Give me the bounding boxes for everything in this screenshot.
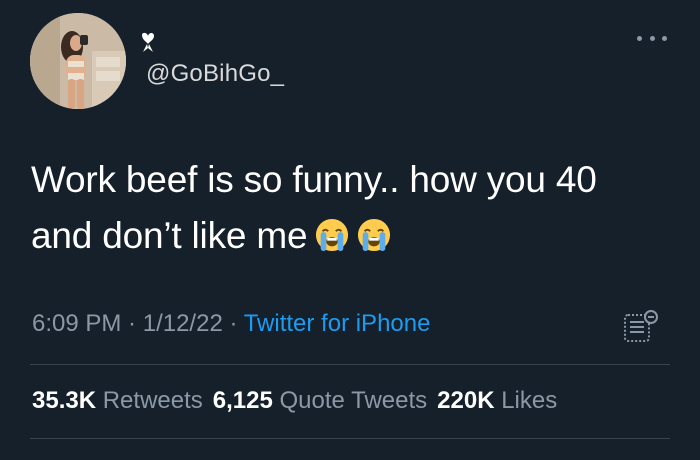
tweet-card: @GoBihGo_ Work beef is so funny.. how yo… <box>0 0 700 460</box>
heart-ribbon-icon <box>142 32 154 52</box>
tweet-date[interactable]: 1/12/22 <box>143 310 223 337</box>
tweet-text-line-2-words: and don’t like me <box>31 215 308 256</box>
divider-bottom <box>30 438 670 439</box>
tweet-text: Work beef is so funny.. how you 40 and d… <box>31 152 671 264</box>
likes-count: 220K <box>437 387 495 414</box>
retweets-stat[interactable]: 35.3K Retweets <box>32 387 203 414</box>
loudly-crying-face-emoji-icon-2 <box>358 218 391 252</box>
retweets-label: Retweets <box>102 387 203 414</box>
avatar[interactable] <box>30 13 126 109</box>
analytics-icon[interactable] <box>622 308 660 344</box>
likes-stat[interactable]: 220K Likes <box>437 387 557 414</box>
quote-tweets-label: Quote Tweets <box>279 387 428 414</box>
tweet-source-link[interactable]: Twitter for iPhone <box>244 310 431 337</box>
meta-separator-2: · <box>222 310 244 337</box>
quote-tweets-stat[interactable]: 6,125 Quote Tweets <box>213 387 427 414</box>
tweet-time[interactable]: 6:09 PM <box>32 310 121 337</box>
author-handle[interactable]: @GoBihGo_ <box>146 60 284 88</box>
loudly-crying-face-emoji-icon <box>316 218 349 252</box>
divider-top <box>30 364 670 365</box>
tweet-text-line-1: Work beef is so funny.. how you 40 <box>31 159 597 200</box>
meta-separator: · <box>121 310 143 337</box>
tweet-text-line-2: and don’t like me <box>31 208 671 264</box>
retweets-count: 35.3K <box>32 387 97 414</box>
likes-label: Likes <box>501 387 558 414</box>
avatar-photo <box>30 13 126 109</box>
quote-tweets-count: 6,125 <box>212 387 273 414</box>
more-options-icon[interactable] <box>637 32 667 44</box>
tweet-stats: 35.3K Retweets 6,125 Quote Tweets 220K Lik… <box>32 387 557 415</box>
tweet-meta: 6:09 PM · 1/12/22 · Twitter for iPhone <box>32 310 430 338</box>
